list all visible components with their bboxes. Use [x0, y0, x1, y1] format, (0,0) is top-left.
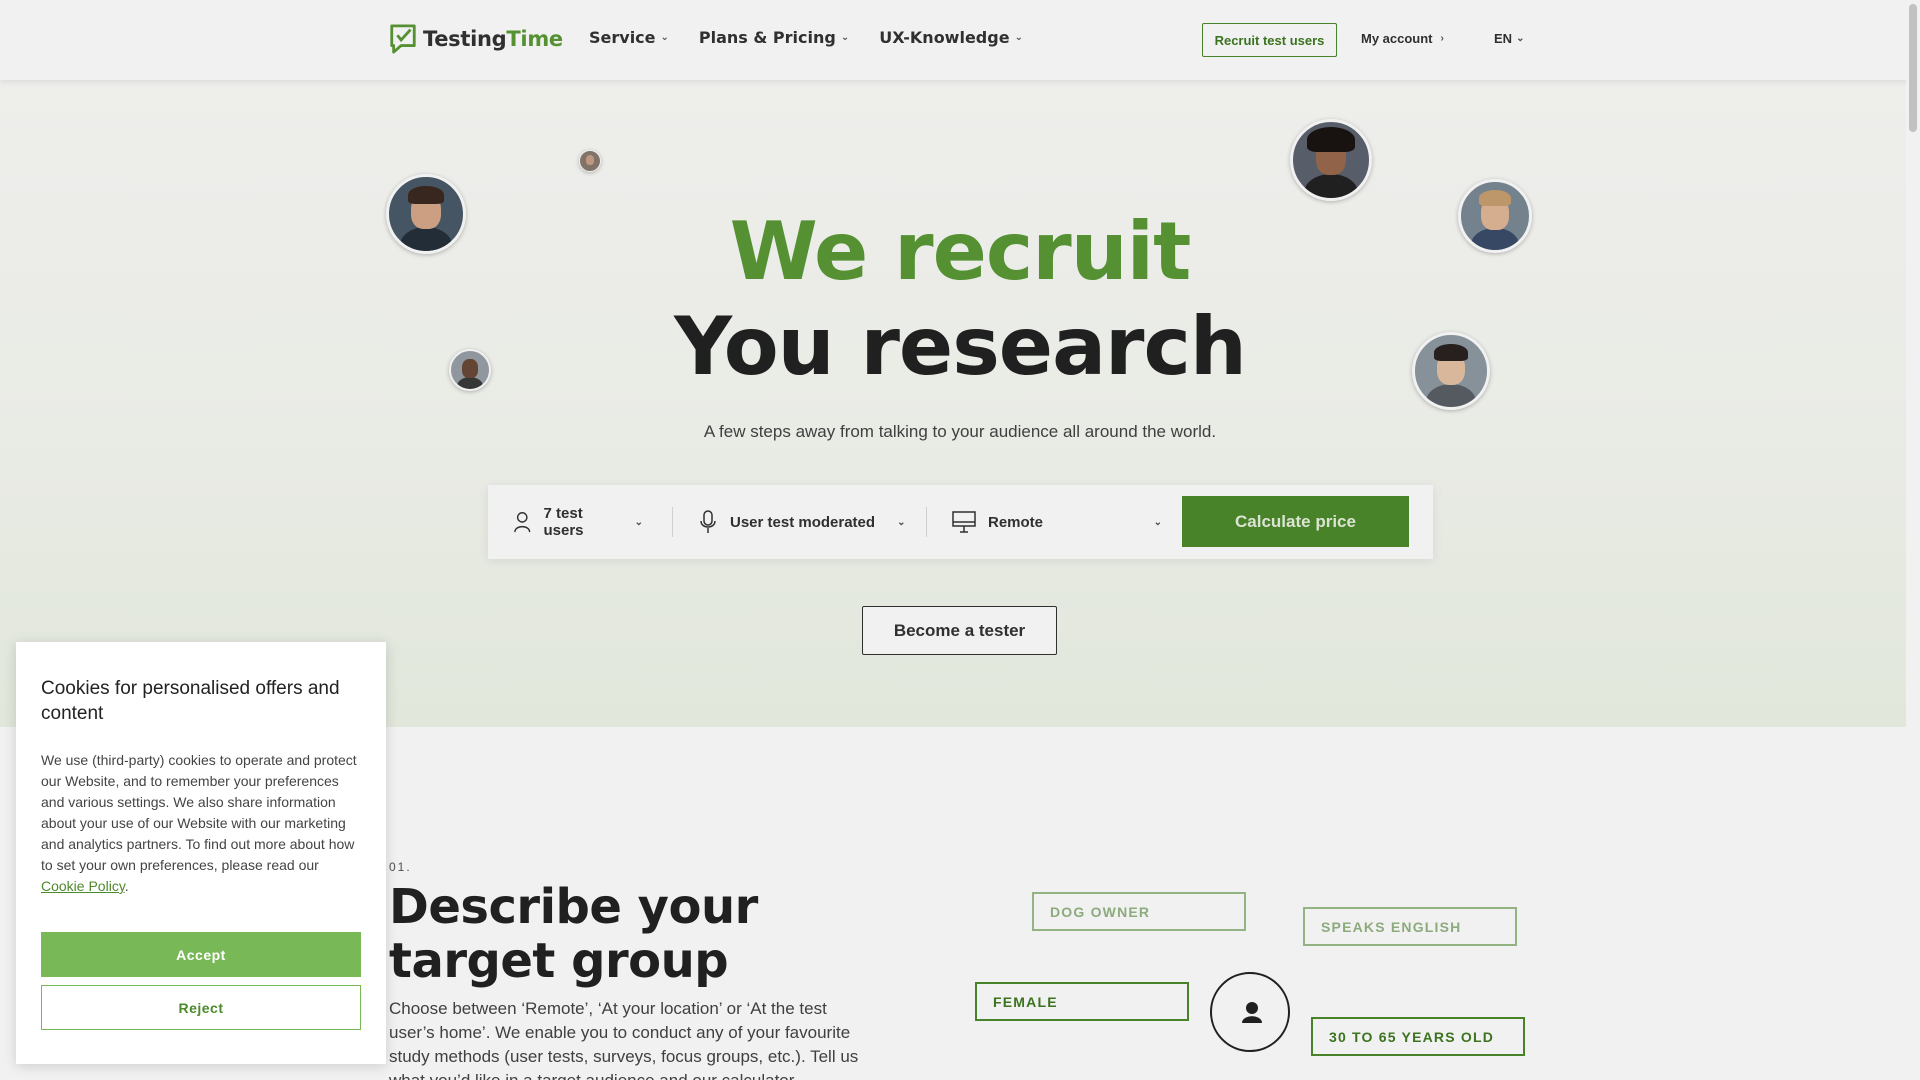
cookie-title: Cookies for personalised offers and cont…	[41, 678, 340, 724]
my-account-link[interactable]: My account ›	[1361, 31, 1444, 46]
tag-age: 30 TO 65 YEARS OLD	[1311, 1017, 1525, 1056]
chevron-down-icon: ⌄	[1153, 516, 1162, 528]
divider	[672, 507, 673, 537]
cookie-policy-link[interactable]: Cookie Policy	[41, 878, 125, 894]
logo-text: TestingTime	[423, 27, 563, 51]
accept-button[interactable]: Accept	[41, 932, 361, 977]
nav-item-plans-pricing[interactable]: Plans & Pricing ⌄	[699, 28, 849, 47]
method-value: User test moderated	[730, 513, 876, 531]
chevron-down-icon: ⌄	[840, 32, 850, 43]
chevron-down-icon: ⌄	[897, 516, 906, 528]
recruit-test-users-button[interactable]: Recruit test users	[1202, 23, 1337, 57]
divider	[926, 507, 927, 537]
section-text: Choose between ‘Remote’, ‘At your locati…	[389, 999, 859, 1080]
location-select[interactable]: Remote ⌄	[952, 485, 1162, 559]
avatar	[579, 150, 601, 172]
chevron-down-icon: ⌄	[1516, 33, 1525, 44]
person-icon	[1210, 972, 1290, 1052]
scrollbar[interactable]	[1906, 0, 1920, 1080]
page: We recruit You research A few steps away…	[0, 0, 1920, 1080]
price-calculator: 7 test users ⌄ User test moderated ⌄ Rem…	[488, 485, 1433, 559]
users-value: 7 test users	[543, 505, 584, 539]
location-value: Remote	[988, 513, 1044, 531]
chevron-down-icon: ⌄	[634, 516, 643, 528]
chevron-down-icon: ⌄	[1014, 32, 1023, 43]
section-title: Describe your target group	[389, 879, 758, 989]
section-number: 01.	[389, 860, 412, 874]
tag-speaks-english: SPEAKS ENGLISH	[1303, 907, 1517, 946]
site-header: TestingTime Service ⌄ Plans & Pricing ⌄ UX…	[0, 0, 1920, 80]
main-nav: Service ⌄ Plans & Pricing ⌄ UX-Knowledge ⌄	[589, 28, 1023, 47]
reject-button[interactable]: Reject	[41, 985, 361, 1030]
language-select[interactable]: EN ⌄	[1494, 31, 1524, 46]
microphone-icon	[700, 510, 716, 533]
hero-title-line2: You research	[674, 300, 1247, 393]
nav-item-ux-knowledge[interactable]: UX-Knowledge ⌄	[879, 28, 1023, 47]
user-icon	[514, 512, 531, 533]
users-select[interactable]: 7 test users ⌄	[513, 485, 643, 559]
chevron-right-icon: ›	[1440, 33, 1444, 44]
logo-icon	[390, 24, 416, 54]
tag-dog-owner: DOG OWNER	[1032, 892, 1246, 931]
hero-subtitle: A few steps away from talking to your au…	[703, 422, 1217, 441]
hero-title-line1: We recruit	[729, 205, 1192, 298]
tag-female: FEMALE	[975, 982, 1189, 1021]
cookie-body: We use (third-party) cookies to operate …	[41, 752, 357, 894]
cookie-dialog: Cookies for personalised offers and cont…	[16, 642, 386, 1064]
scroll-thumb[interactable]	[1909, 4, 1917, 132]
logo[interactable]: TestingTime	[389, 24, 563, 54]
become-tester-button[interactable]: Become a tester	[862, 606, 1057, 655]
method-select[interactable]: User test moderated ⌄	[700, 485, 910, 559]
monitor-icon	[952, 511, 976, 533]
nav-item-service[interactable]: Service ⌄	[589, 28, 669, 47]
calculate-price-button[interactable]: Calculate price	[1182, 496, 1409, 547]
chevron-down-icon: ⌄	[660, 32, 669, 43]
avatar	[1290, 119, 1372, 201]
